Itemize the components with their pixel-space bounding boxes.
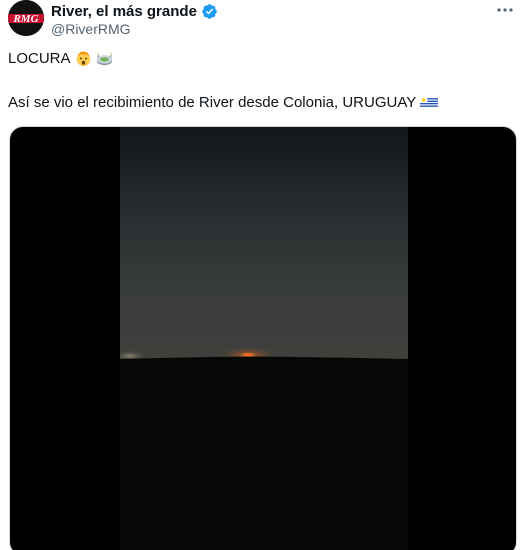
author-display-name[interactable]: River, el más grande <box>51 3 197 20</box>
stadium-emoji-icon <box>96 50 113 67</box>
tweet-text-line-2: Así se vio el recibimiento de River desd… <box>8 94 439 111</box>
avatar-logo-text: RMG <box>12 13 38 25</box>
verified-badge-icon <box>201 3 218 20</box>
tweet-video-media[interactable] <box>9 126 517 550</box>
uruguay-flag-emoji-icon <box>420 94 439 111</box>
tweet-header: RMG River, el más grande @RiverRMG <box>8 0 517 40</box>
tweet-text-recibimiento: Así se vio el recibimiento de River desd… <box>8 94 417 111</box>
name-row: River, el más grande <box>51 1 218 21</box>
author-handle[interactable]: @RiverRMG <box>51 21 218 37</box>
tweet-text-locura: LOCURA <box>8 50 71 67</box>
tweet-text-line-1: LOCURA <box>8 50 113 67</box>
author-identity: River, el más grande @RiverRMG <box>51 1 218 37</box>
tweet: RMG River, el más grande @RiverRMG LOCUR… <box>0 0 525 550</box>
video-frame <box>112 127 408 550</box>
more-options-icon[interactable] <box>495 0 515 20</box>
avatar[interactable]: RMG <box>8 0 44 36</box>
shocked-face-emoji-icon <box>75 50 92 67</box>
